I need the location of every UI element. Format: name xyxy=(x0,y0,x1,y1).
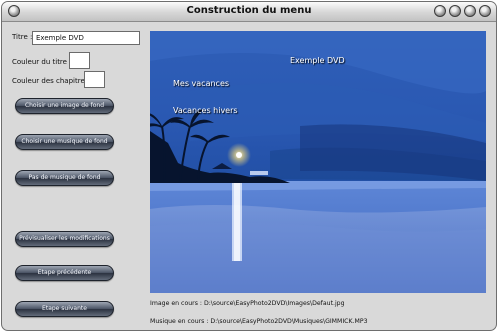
music-status-path: D:\source\EasyPhoto2DVD\Musiques\GIMMICK… xyxy=(210,318,368,325)
title-bar[interactable]: Construction du menu xyxy=(2,2,496,22)
preview-changes-button[interactable]: Prévisualiser les modifications xyxy=(15,231,114,247)
titre-input[interactable]: Exemple DVD xyxy=(32,31,140,45)
next-step-button[interactable]: Etape suivante xyxy=(15,301,114,317)
help-icon[interactable] xyxy=(434,5,446,17)
couleur-titre-swatch[interactable] xyxy=(69,52,90,69)
preview-menu-title: Exemple DVD xyxy=(290,56,345,65)
no-music-button[interactable]: Pas de musique de fond xyxy=(15,170,114,186)
image-status: Image en cours : D:\source\EasyPhoto2DVD… xyxy=(150,300,345,307)
image-status-label: Image en cours : xyxy=(150,300,202,307)
maximize-icon[interactable] xyxy=(464,5,476,17)
music-status: Musique en cours : D:\source\EasyPhoto2D… xyxy=(150,318,368,325)
previous-step-button[interactable]: Etape précédente xyxy=(15,265,114,281)
window-title: Construction du menu xyxy=(186,5,312,16)
beach-background-image xyxy=(150,31,486,293)
minimize-icon[interactable] xyxy=(449,5,461,17)
couleur-chapitres-label: Couleur des chapitres : xyxy=(12,77,93,85)
menu-preview: Exemple DVD Mes vacances Vacances hivers xyxy=(150,31,486,293)
titre-label: Titre : xyxy=(12,33,33,41)
couleur-chapitres-swatch[interactable] xyxy=(84,71,105,88)
menu-builder-window: Construction du menu Titre : Exemple DVD… xyxy=(1,1,497,331)
preview-chapter-2: Vacances hivers xyxy=(173,106,238,115)
choose-image-button[interactable]: Choisir une image de fond xyxy=(15,98,114,114)
music-status-label: Musique en cours : xyxy=(150,318,209,325)
image-status-path: D:\source\EasyPhoto2DVD\Images\Defaut.jp… xyxy=(203,300,345,307)
preview-chapter-1: Mes vacances xyxy=(173,79,230,88)
choose-music-button[interactable]: Choisir une musique de fond xyxy=(15,134,114,150)
close-icon[interactable] xyxy=(479,5,491,17)
couleur-titre-label: Couleur du titre : xyxy=(12,58,72,66)
